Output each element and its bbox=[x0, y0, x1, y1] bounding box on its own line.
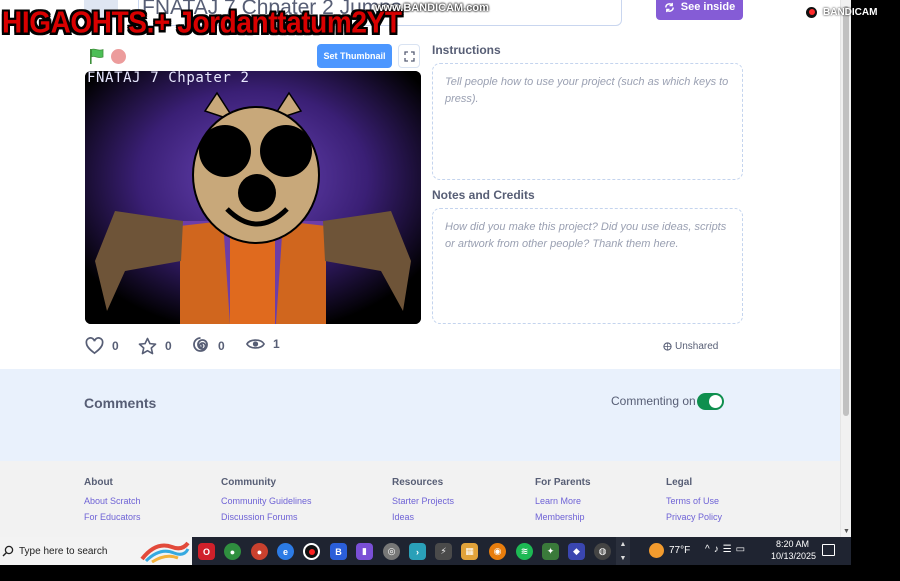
chrome-profile-icon[interactable]: ● bbox=[251, 543, 268, 560]
opera-icon[interactable]: O bbox=[198, 543, 215, 560]
scrollbar-thumb[interactable] bbox=[843, 6, 849, 416]
share-status: Unshared bbox=[663, 341, 718, 352]
footer-heading: About bbox=[84, 477, 113, 488]
weather-sun-icon[interactable] bbox=[649, 543, 664, 558]
footer-column-community: Community Community Guidelines Discussio… bbox=[221, 477, 312, 528]
edge-icon[interactable]: e bbox=[277, 543, 294, 560]
notification-icon[interactable] bbox=[822, 544, 835, 556]
views-count: 1 bbox=[273, 337, 280, 351]
remix-spiral-icon bbox=[193, 337, 208, 352]
share-status-label: Unshared bbox=[675, 341, 719, 352]
star-icon bbox=[138, 337, 157, 355]
bandicam-logo: BANDICAM bbox=[804, 3, 877, 21]
remix-stat: 0 bbox=[192, 337, 225, 355]
footer-heading: Resources bbox=[392, 477, 444, 488]
letterbox-bottom bbox=[0, 565, 900, 581]
record-icon bbox=[804, 4, 819, 20]
obs-icon[interactable]: ◍ bbox=[594, 543, 611, 560]
page-scrollbar[interactable]: ▼ bbox=[840, 0, 851, 537]
browser-viewport: FNATAJ 7 Chpater 2 Jumps See inside Set … bbox=[0, 0, 851, 537]
search-highlight-art-icon bbox=[140, 541, 190, 563]
see-inside-label: See inside bbox=[680, 1, 736, 13]
clock-date[interactable]: 10/13/2025 bbox=[771, 551, 816, 561]
footer-column-resources: Resources Starter Projects Ideas bbox=[392, 477, 454, 528]
views-stat: 1 bbox=[246, 337, 280, 351]
blender-icon[interactable]: ◉ bbox=[489, 543, 506, 560]
love-count: 0 bbox=[112, 339, 119, 353]
app-duck-icon[interactable]: ◆ bbox=[568, 543, 585, 560]
footer-link-starter-projects[interactable]: Starter Projects bbox=[392, 496, 454, 506]
fullscreen-icon[interactable] bbox=[398, 44, 420, 68]
store-icon[interactable]: ▦ bbox=[461, 543, 478, 560]
remix-arrows-icon bbox=[664, 2, 674, 12]
footer-heading: Community bbox=[221, 477, 276, 488]
chevron-up-icon[interactable]: ▲ bbox=[620, 541, 627, 548]
app-b-icon[interactable]: B bbox=[330, 543, 347, 560]
window-edge bbox=[851, 0, 900, 537]
comments-title: Comments bbox=[84, 395, 157, 411]
stage-title-text: FNATAJ 7 Chpater 2 bbox=[87, 71, 250, 86]
taskbar-overflow-arrows[interactable]: ▲ ▼ bbox=[616, 537, 630, 565]
bandicam-url-watermark: www.BANDICAM.com bbox=[375, 2, 489, 14]
favorite-stat[interactable]: 0 bbox=[138, 337, 172, 355]
globe-off-icon bbox=[663, 342, 672, 351]
tray-icons[interactable]: ^♪☰▭ bbox=[705, 544, 749, 555]
see-inside-button[interactable]: See inside bbox=[656, 0, 743, 20]
clock-time[interactable]: 8:20 AM bbox=[776, 539, 809, 549]
footer-heading: For Parents bbox=[535, 477, 591, 488]
footer-column-legal: Legal Terms of Use Privacy Policy bbox=[666, 477, 722, 528]
search-placeholder: Type here to search bbox=[19, 545, 108, 557]
footer-link-privacy-policy[interactable]: Privacy Policy bbox=[666, 512, 722, 522]
network-icon[interactable]: ☰ bbox=[723, 544, 736, 555]
show-hidden-icons-icon[interactable]: ^ bbox=[705, 544, 714, 555]
commenting-label: Commenting on bbox=[611, 394, 696, 408]
instructions-textarea[interactable]: Tell people how to use your project (suc… bbox=[432, 63, 743, 180]
footer-heading: Legal bbox=[666, 477, 693, 488]
media-icon[interactable]: ▮ bbox=[356, 543, 373, 560]
toggle-knob bbox=[709, 395, 722, 408]
stop-sign-icon[interactable] bbox=[111, 49, 126, 64]
footer-column-for-parents: For Parents Learn More Membership bbox=[535, 477, 591, 528]
footer-link-ideas[interactable]: Ideas bbox=[392, 512, 454, 522]
footer-link-community-guidelines[interactable]: Community Guidelines bbox=[221, 496, 312, 506]
love-stat[interactable]: 0 bbox=[85, 337, 119, 355]
footer-link-membership[interactable]: Membership bbox=[535, 512, 591, 522]
eye-icon bbox=[246, 339, 265, 349]
favorite-count: 0 bbox=[165, 339, 172, 353]
comments-section bbox=[0, 369, 840, 461]
notes-textarea[interactable]: How did you make this project? Did you u… bbox=[432, 208, 743, 324]
weather-temperature[interactable]: 77°F bbox=[669, 545, 690, 556]
terminal-icon[interactable]: › bbox=[409, 543, 426, 560]
bolt-icon[interactable]: ⚡ bbox=[435, 543, 452, 560]
footer-column-about: About About Scratch For Educators bbox=[84, 477, 141, 528]
app-disc-icon[interactable]: ◎ bbox=[383, 543, 400, 560]
scroll-down-arrow-icon[interactable]: ▼ bbox=[842, 528, 851, 536]
footer-link-discussion-forums[interactable]: Discussion Forums bbox=[221, 512, 312, 522]
app-leaf-icon[interactable]: ✦ bbox=[542, 543, 559, 560]
volume-icon[interactable]: ♪ bbox=[714, 544, 723, 555]
footer-link-for-educators[interactable]: For Educators bbox=[84, 512, 141, 522]
stage-artwork bbox=[85, 71, 421, 324]
chrome-icon[interactable]: ● bbox=[224, 543, 241, 560]
remix-count: 0 bbox=[218, 339, 225, 353]
commenting-toggle[interactable] bbox=[697, 393, 724, 410]
bandicam-logo-text: BANDICAM bbox=[823, 6, 878, 18]
project-stage[interactable]: FNATAJ 7 Chpater 2 bbox=[85, 71, 421, 324]
instructions-label: Instructions bbox=[432, 43, 501, 57]
notes-label: Notes and Credits bbox=[432, 188, 535, 202]
overlay-watermark-text: HIGAOHTS.+ Jordanttatum2YT bbox=[2, 5, 402, 40]
taskbar-search[interactable]: Type here to search bbox=[0, 537, 192, 565]
green-flag-icon[interactable] bbox=[88, 47, 106, 65]
set-thumbnail-button[interactable]: Set Thumbnail bbox=[317, 44, 392, 68]
bandicam-taskbar-icon[interactable] bbox=[303, 543, 320, 560]
heart-icon bbox=[85, 337, 104, 355]
search-icon bbox=[2, 545, 14, 557]
footer-link-learn-more[interactable]: Learn More bbox=[535, 496, 591, 506]
chevron-down-icon[interactable]: ▼ bbox=[620, 555, 627, 562]
footer-link-about-scratch[interactable]: About Scratch bbox=[84, 496, 141, 506]
footer-link-terms-of-use[interactable]: Terms of Use bbox=[666, 496, 722, 506]
battery-icon[interactable]: ▭ bbox=[736, 544, 749, 555]
spotify-icon[interactable]: ≋ bbox=[516, 543, 533, 560]
